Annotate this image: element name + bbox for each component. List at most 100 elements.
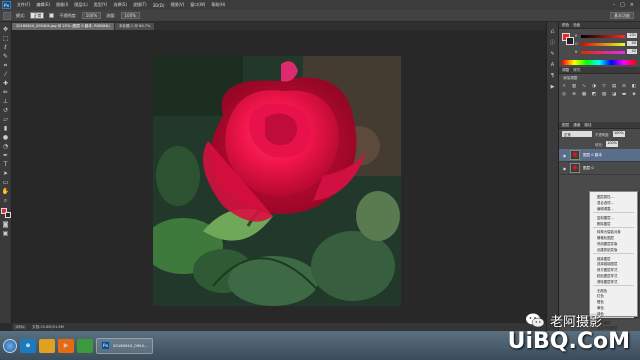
document-info[interactable]: 文档:25.8M/51.6M — [32, 325, 64, 330]
document-tab-active[interactable]: 20160610_095404.jpg @ 25% (图层 0 副本, RGB/… — [12, 23, 115, 30]
quick-mask-icon[interactable]: ◙ — [1, 221, 10, 229]
menu-file[interactable]: 文件(F) — [14, 2, 33, 8]
menu-type[interactable]: 类型(Y) — [91, 2, 111, 8]
lock-icons[interactable] — [562, 141, 592, 147]
menu-help[interactable]: 帮助(H) — [208, 2, 228, 8]
workspace-switcher[interactable]: 基本功能 — [610, 12, 634, 19]
eyedropper-tool-icon[interactable]: ⁄ — [1, 71, 10, 79]
move-tool-icon[interactable]: ✥ — [1, 26, 10, 34]
black-white-icon[interactable]: ◧ — [631, 83, 638, 89]
canvas-area[interactable] — [12, 30, 546, 323]
selective-color-icon[interactable]: ◈ — [631, 91, 638, 97]
lasso-tool-icon[interactable]: ℓ — [1, 44, 10, 52]
posterize-icon[interactable]: ▨ — [601, 91, 608, 97]
zoom-level[interactable]: 25% — [14, 325, 26, 329]
eye-icon[interactable]: ◉ — [562, 166, 567, 171]
actions-panel-icon[interactable]: ▶ — [549, 83, 557, 90]
menu-item[interactable]: 编辑调整... — [590, 206, 637, 212]
close-button[interactable]: × — [630, 2, 634, 8]
shape-tool-icon[interactable]: ▭ — [1, 179, 10, 187]
menu-layer[interactable]: 图层(L) — [71, 2, 90, 8]
document-tab-other[interactable]: 未标题-1 @ 66.7% — [114, 23, 156, 30]
dodge-tool-icon[interactable]: ◔ — [1, 143, 10, 151]
blue-slider[interactable]: B 42 — [575, 49, 637, 54]
blur-tool-icon[interactable]: ● — [1, 134, 10, 142]
flow-option-field[interactable]: 100% — [120, 12, 140, 19]
tab-color[interactable]: 颜色 — [562, 23, 569, 28]
properties-panel-icon[interactable]: ⓘ — [549, 39, 557, 46]
threshold-icon[interactable]: ◪ — [611, 91, 618, 97]
minimize-button[interactable]: - — [613, 2, 615, 8]
panel-background-color[interactable] — [566, 37, 574, 45]
color-spectrum-bar[interactable] — [562, 60, 636, 65]
hue-saturation-icon[interactable]: ▤ — [611, 83, 618, 89]
menu-window[interactable]: 窗口(W) — [187, 2, 208, 8]
media-player-icon[interactable]: ▶ — [58, 338, 74, 353]
opacity-field[interactable]: 100% — [612, 131, 625, 137]
green-value[interactable]: 40 — [627, 41, 637, 46]
file-explorer-icon[interactable] — [39, 338, 55, 353]
tab-channels[interactable]: 通道 — [573, 123, 580, 128]
crop-tool-icon[interactable]: ⌗ — [1, 62, 10, 70]
channel-mixer-icon[interactable]: ⊛ — [571, 91, 578, 97]
type-tool-icon[interactable]: T — [1, 161, 10, 169]
menu-3d[interactable]: 3D(D) — [150, 3, 168, 8]
paragraph-panel-icon[interactable]: ¶ — [549, 72, 557, 79]
menu-item[interactable]: 清除图层样式 — [590, 278, 637, 284]
menu-view[interactable]: 视图(V) — [167, 2, 187, 8]
eraser-tool-icon[interactable]: ▱ — [1, 116, 10, 124]
brush-tool-icon[interactable]: ✏ — [1, 89, 10, 97]
color-lookup-icon[interactable]: ▦ — [581, 91, 588, 97]
quick-select-tool-icon[interactable]: ✎ — [1, 53, 10, 61]
gradient-map-icon[interactable]: ▬ — [621, 91, 628, 97]
menu-item[interactable]: 删除图层 — [590, 220, 637, 226]
tab-styles[interactable]: 样式 — [573, 68, 580, 73]
tab-adjustments[interactable]: 调整 — [562, 68, 569, 73]
menu-edit[interactable]: 编辑(E) — [33, 2, 53, 8]
invert-icon[interactable]: ◩ — [591, 91, 598, 97]
fill-field[interactable]: 100% — [605, 141, 618, 147]
tool-preset-picker[interactable] — [3, 11, 11, 20]
red-slider[interactable]: R 231 — [575, 33, 637, 38]
option-checkbox[interactable] — [49, 13, 55, 18]
maximize-button[interactable]: □ — [620, 2, 625, 8]
color-balance-icon[interactable]: ⚖ — [621, 83, 628, 89]
hand-tool-icon[interactable]: ✋ — [1, 188, 10, 196]
vibrance-icon[interactable]: ▽ — [601, 83, 608, 89]
tab-paths[interactable]: 路径 — [584, 123, 591, 128]
menu-image[interactable]: 图像(I) — [53, 2, 71, 8]
clone-stamp-tool-icon[interactable]: ⊥ — [1, 98, 10, 106]
history-brush-tool-icon[interactable]: ↺ — [1, 107, 10, 115]
history-panel-icon[interactable]: ⎌ — [549, 28, 557, 35]
layer-row[interactable]: ◉ 图层 0 副本 — [559, 149, 640, 162]
screen-mode-icon[interactable]: ▣ — [1, 230, 10, 238]
marquee-tool-icon[interactable]: ⬚ — [1, 35, 10, 43]
exposure-icon[interactable]: ◑ — [591, 83, 598, 89]
eye-icon[interactable]: ◉ — [562, 153, 567, 158]
character-panel-icon[interactable]: A — [549, 61, 557, 68]
tab-layers[interactable]: 图层 — [562, 123, 569, 128]
layer-row[interactable]: ◉ 图层 0 — [559, 162, 640, 175]
blend-mode-select[interactable]: 正常 — [562, 131, 592, 137]
menu-item[interactable]: 创建剪贴蒙版 — [590, 246, 637, 252]
opacity-option-field[interactable]: 100% — [81, 12, 102, 19]
rose-photo[interactable] — [153, 56, 401, 306]
pen-tool-icon[interactable]: ✒ — [1, 152, 10, 160]
internet-explorer-icon[interactable]: e — [20, 338, 36, 353]
blue-value[interactable]: 42 — [627, 49, 637, 54]
green-slider[interactable]: G 40 — [575, 41, 637, 46]
photo-filter-icon[interactable]: ◎ — [561, 91, 568, 97]
app-shortcut-icon[interactable] — [77, 338, 93, 353]
path-select-tool-icon[interactable]: ➤ — [1, 170, 10, 178]
tab-swatches[interactable]: 色板 — [573, 23, 580, 28]
brightness-icon[interactable]: ☼ — [561, 83, 568, 89]
background-color[interactable] — [4, 212, 11, 218]
gradient-tool-icon[interactable]: ▮ — [1, 125, 10, 133]
healing-brush-tool-icon[interactable]: ✚ — [1, 80, 10, 88]
zoom-tool-icon[interactable]: ⌕ — [1, 197, 10, 205]
curves-icon[interactable]: ∿ — [581, 83, 588, 89]
levels-icon[interactable]: ▥ — [571, 83, 578, 89]
red-value[interactable]: 231 — [627, 33, 637, 38]
menu-filter[interactable]: 滤镜(T) — [130, 2, 150, 8]
start-button[interactable] — [3, 338, 17, 353]
